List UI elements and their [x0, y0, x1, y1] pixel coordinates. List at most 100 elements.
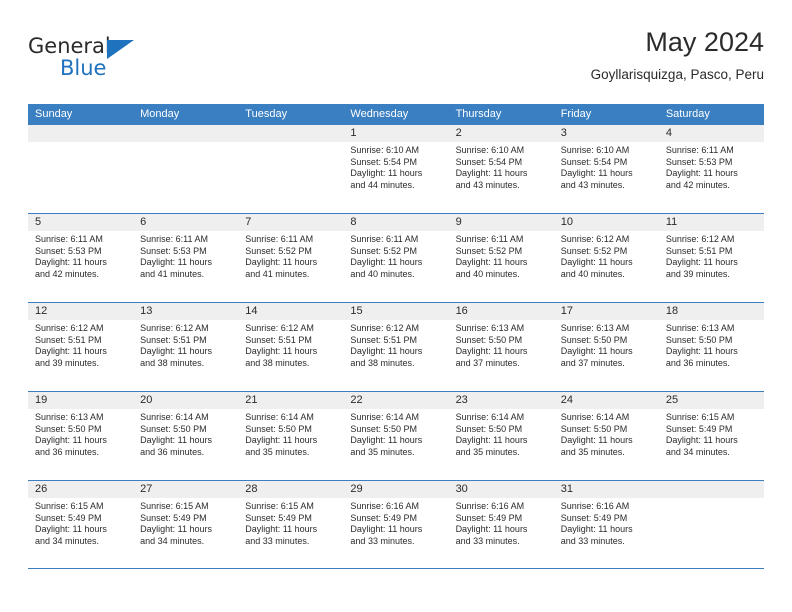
daylight-text-line2: and 36 minutes.	[665, 357, 730, 368]
daylight-text-line2: and 38 minutes.	[245, 357, 310, 368]
day-cell[interactable]	[133, 125, 239, 213]
sunset-text: Sunset: 5:49 PM	[35, 512, 102, 523]
day-cell[interactable]: 30 Sunrise: 6:16 AM Sunset: 5:49 PM Dayl…	[448, 481, 554, 568]
day-cell[interactable]: 28 Sunrise: 6:15 AM Sunset: 5:49 PM Dayl…	[238, 481, 344, 568]
daylight-text-line1: Daylight: 11 hours	[455, 257, 528, 268]
daylight-text-line1: Daylight: 11 hours	[560, 346, 633, 357]
daylight-text-line1: Daylight: 11 hours	[560, 168, 633, 179]
day-cell[interactable]: 20 Sunrise: 6:14 AM Sunset: 5:50 PM Dayl…	[133, 392, 239, 480]
daylight-text-line1: Daylight: 11 hours	[665, 168, 738, 179]
day-details: Sunrise: 6:13 AM Sunset: 5:50 PM Dayligh…	[659, 320, 764, 369]
daylight-text-line2: and 41 minutes.	[140, 268, 205, 279]
day-cell[interactable]: 12 Sunrise: 6:12 AM Sunset: 5:51 PM Dayl…	[28, 303, 134, 391]
day-cell[interactable]: 31 Sunrise: 6:16 AM Sunset: 5:49 PM Dayl…	[553, 481, 659, 568]
day-details	[28, 142, 133, 145]
daylight-text-line2: and 37 minutes.	[455, 357, 520, 368]
day-number: 31	[553, 481, 659, 498]
day-details: Sunrise: 6:12 AM Sunset: 5:51 PM Dayligh…	[133, 320, 238, 369]
day-cell[interactable]: 17 Sunrise: 6:13 AM Sunset: 5:50 PM Dayl…	[553, 303, 659, 391]
day-details	[238, 142, 343, 145]
daylight-text-line1: Daylight: 11 hours	[140, 524, 213, 535]
logo-text-general: General	[28, 34, 111, 58]
day-cell[interactable]: 26 Sunrise: 6:15 AM Sunset: 5:49 PM Dayl…	[28, 481, 134, 568]
sunrise-text: Sunrise: 6:16 AM	[560, 501, 630, 511]
daylight-text-line2: and 33 minutes.	[560, 535, 625, 546]
daylight-text-line1: Daylight: 11 hours	[350, 257, 423, 268]
sunrise-text: Sunrise: 6:11 AM	[140, 234, 209, 244]
day-cell[interactable]: 10 Sunrise: 6:12 AM Sunset: 5:52 PM Dayl…	[553, 214, 659, 302]
sunrise-text: Sunrise: 6:14 AM	[140, 412, 209, 422]
day-details: Sunrise: 6:11 AM Sunset: 5:52 PM Dayligh…	[343, 231, 448, 280]
week-row: 1 Sunrise: 6:10 AM Sunset: 5:54 PM Dayli…	[28, 124, 764, 213]
sunrise-text: Sunrise: 6:12 AM	[245, 323, 314, 333]
daylight-text-line2: and 34 minutes.	[140, 535, 205, 546]
sunrise-text: Sunrise: 6:10 AM	[560, 145, 630, 155]
daylight-text-line1: Daylight: 11 hours	[560, 435, 633, 446]
day-cell[interactable]: 6 Sunrise: 6:11 AM Sunset: 5:53 PM Dayli…	[133, 214, 239, 302]
day-cell[interactable]: 13 Sunrise: 6:12 AM Sunset: 5:51 PM Dayl…	[133, 303, 239, 391]
day-cell[interactable]: 2 Sunrise: 6:10 AM Sunset: 5:54 PM Dayli…	[448, 125, 554, 213]
daylight-text-line2: and 37 minutes.	[560, 357, 625, 368]
daylight-text-line2: and 43 minutes.	[560, 179, 625, 190]
daylight-text-line2: and 42 minutes.	[35, 268, 100, 279]
day-cell[interactable]: 25 Sunrise: 6:15 AM Sunset: 5:49 PM Dayl…	[658, 392, 764, 480]
day-cell[interactable]: 27 Sunrise: 6:15 AM Sunset: 5:49 PM Dayl…	[133, 481, 239, 568]
day-cell[interactable]: 3 Sunrise: 6:10 AM Sunset: 5:54 PM Dayli…	[553, 125, 659, 213]
logo-text-blue: Blue	[60, 56, 107, 80]
day-cell[interactable]: 7 Sunrise: 6:11 AM Sunset: 5:52 PM Dayli…	[238, 214, 344, 302]
day-cell[interactable]: 11 Sunrise: 6:12 AM Sunset: 5:51 PM Dayl…	[658, 214, 764, 302]
day-number: 19	[28, 392, 134, 409]
day-cell[interactable]: 9 Sunrise: 6:11 AM Sunset: 5:52 PM Dayli…	[448, 214, 554, 302]
day-cell[interactable]: 5 Sunrise: 6:11 AM Sunset: 5:53 PM Dayli…	[28, 214, 134, 302]
daylight-text-line1: Daylight: 11 hours	[455, 168, 528, 179]
sunrise-text: Sunrise: 6:12 AM	[560, 234, 630, 244]
day-cell[interactable]: 29 Sunrise: 6:16 AM Sunset: 5:49 PM Dayl…	[343, 481, 449, 568]
general-blue-logo[interactable]: General Blue	[28, 36, 148, 84]
day-cell[interactable]: 15 Sunrise: 6:12 AM Sunset: 5:51 PM Dayl…	[343, 303, 449, 391]
day-number: 14	[238, 303, 344, 320]
sunrise-text: Sunrise: 6:16 AM	[455, 501, 525, 511]
daylight-text-line1: Daylight: 11 hours	[35, 257, 107, 268]
daylight-text-line1: Daylight: 11 hours	[350, 168, 423, 179]
day-number	[28, 125, 134, 142]
daylight-text-line1: Daylight: 11 hours	[245, 435, 318, 446]
day-cell[interactable]: 1 Sunrise: 6:10 AM Sunset: 5:54 PM Dayli…	[343, 125, 449, 213]
day-details: Sunrise: 6:15 AM Sunset: 5:49 PM Dayligh…	[659, 409, 764, 458]
day-details: Sunrise: 6:12 AM Sunset: 5:51 PM Dayligh…	[28, 320, 133, 369]
day-cell[interactable]: 24 Sunrise: 6:14 AM Sunset: 5:50 PM Dayl…	[553, 392, 659, 480]
sunrise-text: Sunrise: 6:11 AM	[350, 234, 419, 244]
sunset-text: Sunset: 5:50 PM	[560, 423, 628, 434]
day-cell[interactable]: 19 Sunrise: 6:13 AM Sunset: 5:50 PM Dayl…	[28, 392, 134, 480]
day-number: 28	[238, 481, 344, 498]
day-details: Sunrise: 6:14 AM Sunset: 5:50 PM Dayligh…	[133, 409, 238, 458]
day-number: 24	[553, 392, 659, 409]
sunset-text: Sunset: 5:53 PM	[140, 245, 207, 256]
day-cell[interactable]: 8 Sunrise: 6:11 AM Sunset: 5:52 PM Dayli…	[343, 214, 449, 302]
day-details: Sunrise: 6:13 AM Sunset: 5:50 PM Dayligh…	[554, 320, 659, 369]
day-cell[interactable]: 16 Sunrise: 6:13 AM Sunset: 5:50 PM Dayl…	[448, 303, 554, 391]
sunset-text: Sunset: 5:52 PM	[455, 245, 523, 256]
day-cell[interactable]	[658, 481, 764, 568]
weekday-header-monday: Monday	[140, 108, 180, 120]
day-cell[interactable]	[238, 125, 344, 213]
day-cell[interactable]: 18 Sunrise: 6:13 AM Sunset: 5:50 PM Dayl…	[658, 303, 764, 391]
week-row: 5 Sunrise: 6:11 AM Sunset: 5:53 PM Dayli…	[28, 213, 764, 302]
day-details: Sunrise: 6:15 AM Sunset: 5:49 PM Dayligh…	[28, 498, 133, 547]
weekday-header-tuesday: Tuesday	[245, 108, 288, 120]
day-cell[interactable]	[28, 125, 134, 213]
weekday-header-thursday: Thursday	[455, 108, 502, 120]
sunset-text: Sunset: 5:50 PM	[350, 423, 417, 434]
day-cell[interactable]: 14 Sunrise: 6:12 AM Sunset: 5:51 PM Dayl…	[238, 303, 344, 391]
calendar-grid: Sunday Monday Tuesday Wednesday Thursday…	[28, 104, 764, 569]
day-number: 30	[448, 481, 554, 498]
day-details: Sunrise: 6:14 AM Sunset: 5:50 PM Dayligh…	[238, 409, 343, 458]
day-details: Sunrise: 6:11 AM Sunset: 5:53 PM Dayligh…	[28, 231, 133, 280]
day-details: Sunrise: 6:10 AM Sunset: 5:54 PM Dayligh…	[343, 142, 448, 191]
day-details: Sunrise: 6:11 AM Sunset: 5:52 PM Dayligh…	[238, 231, 343, 280]
day-cell[interactable]: 23 Sunrise: 6:14 AM Sunset: 5:50 PM Dayl…	[448, 392, 554, 480]
day-cell[interactable]: 21 Sunrise: 6:14 AM Sunset: 5:50 PM Dayl…	[238, 392, 344, 480]
day-cell[interactable]: 4 Sunrise: 6:11 AM Sunset: 5:53 PM Dayli…	[658, 125, 764, 213]
day-cell[interactable]: 22 Sunrise: 6:14 AM Sunset: 5:50 PM Dayl…	[343, 392, 449, 480]
day-details	[659, 498, 764, 501]
sunrise-text: Sunrise: 6:11 AM	[455, 234, 524, 244]
